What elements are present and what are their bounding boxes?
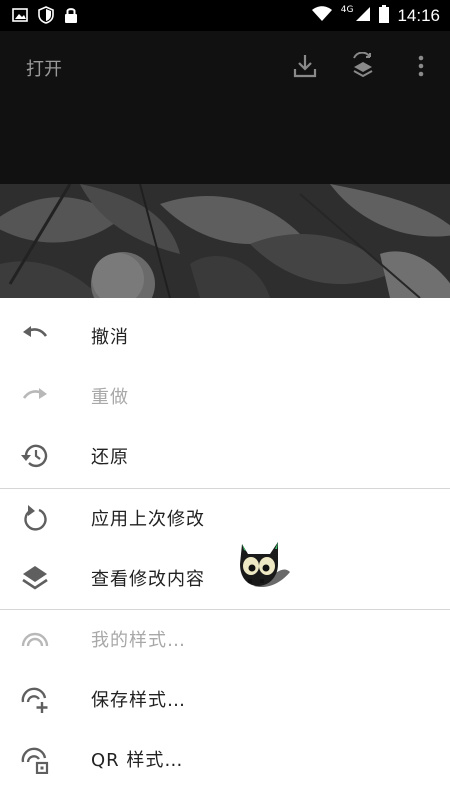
network-type: 4G	[340, 5, 354, 15]
signal-icon	[355, 6, 371, 26]
menu-item-label: 撤消	[91, 327, 129, 348]
menu-item-label: 我的样式…	[91, 630, 186, 651]
menu-item-label: 重做	[91, 387, 129, 408]
menu-item-label: QR 样式…	[91, 750, 184, 771]
menu-item-revert[interactable]: 还原	[0, 426, 450, 486]
app-bar: 打开	[0, 31, 450, 184]
menu-item-qr-style[interactable]: QR 样式…	[0, 729, 450, 789]
wifi-icon	[311, 6, 333, 26]
download-icon[interactable]	[290, 51, 320, 81]
layers-icon	[20, 563, 50, 593]
history-icon	[20, 441, 50, 471]
more-vert-icon[interactable]	[406, 51, 436, 81]
menu-item-undo[interactable]: 撤消	[0, 306, 450, 366]
image-icon	[12, 7, 28, 27]
redo-icon	[20, 381, 50, 411]
menu-item-label: 保存样式…	[91, 690, 186, 711]
style-qr-icon	[20, 744, 50, 775]
menu-item-view-edits[interactable]: 查看修改内容	[0, 548, 450, 608]
style-add-icon	[20, 684, 50, 714]
menu-item-label: 还原	[91, 447, 129, 468]
clock: 14:16	[397, 6, 440, 25]
status-bar: 4G 14:16	[0, 0, 450, 31]
overflow-menu: 撤消 重做 还原 应用上次修改 查看修改内容 我的样式… 保存样式… QR 样式…	[0, 298, 450, 800]
battery-icon	[379, 5, 390, 27]
style-arc-icon	[20, 624, 50, 654]
menu-item-apply-last-edit[interactable]: 应用上次修改	[0, 488, 450, 548]
menu-item-save-style[interactable]: 保存样式…	[0, 669, 450, 729]
menu-item-my-styles[interactable]: 我的样式…	[0, 609, 450, 669]
rotate-icon	[20, 503, 50, 533]
lock-icon	[64, 6, 78, 28]
shield-icon	[38, 6, 54, 28]
cat-mascot-sticker	[234, 536, 294, 592]
open-button[interactable]: 打开	[26, 55, 62, 81]
layers-sync-icon[interactable]	[348, 51, 378, 81]
undo-icon	[20, 321, 50, 351]
menu-item-label: 查看修改内容	[91, 569, 205, 590]
photo-preview	[0, 184, 450, 298]
menu-item-redo[interactable]: 重做	[0, 366, 450, 426]
menu-item-label: 应用上次修改	[91, 509, 205, 530]
